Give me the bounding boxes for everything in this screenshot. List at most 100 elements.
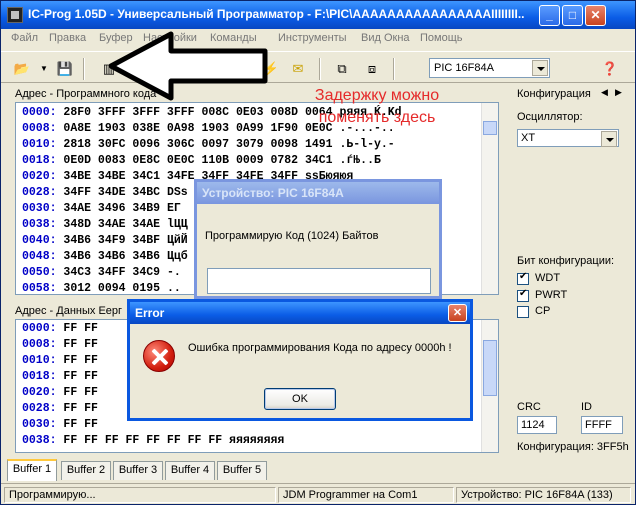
tab-buffer-1[interactable]: Buffer 1 (7, 459, 57, 481)
tab-buffer-2[interactable]: Buffer 2 (61, 461, 111, 480)
hex-row-values: 34AE 3496 34B9 (56, 202, 161, 215)
tab-buffer-3[interactable]: Buffer 3 (113, 461, 163, 480)
program-scrollbar[interactable] (481, 103, 498, 294)
hex-row[interactable]: 0028: 34FF 34DE 34BC DSs (22, 186, 188, 202)
pwrt-checkbox[interactable] (517, 288, 529, 302)
window-icon[interactable]: ⧉ (331, 58, 353, 80)
hex-row-address: 0038: (22, 218, 57, 231)
window-title: IC-Prog 1.05D - Универсальный Программат… (28, 7, 525, 21)
hex-row[interactable]: 0058: 3012 0094 0195 .. (22, 282, 181, 298)
menu-tools[interactable]: Инструменты (278, 32, 347, 44)
title-bar[interactable]: IC-Prog 1.05D - Универсальный Программат… (1, 1, 635, 29)
menu-view[interactable]: Вид Окна (361, 32, 410, 44)
ok-button[interactable]: OK (264, 388, 336, 410)
cp-checkbox[interactable] (517, 306, 529, 318)
hex-row-ascii: .Ь-l-y.- (332, 138, 395, 151)
pwrt-label: PWRT (535, 289, 568, 301)
crc-label: CRC (517, 401, 541, 413)
error-close-button[interactable]: ✕ (448, 304, 467, 322)
hex-row-address: 0028: (22, 402, 57, 415)
eeprom-scroll-thumb[interactable] (483, 340, 497, 396)
hex-row[interactable]: 0018: 0E0D 0083 0E8C 0E0C 110B 0009 0782… (22, 154, 381, 170)
progress-dialog-title-bar[interactable]: Устройство: PIC 16F84A (197, 182, 439, 204)
hex-row-address: 0008: (22, 338, 57, 351)
ic-prog-window: IC-Prog 1.05D - Универсальный Программат… (0, 0, 636, 505)
open-dropdown-icon[interactable]: ▼ (33, 58, 55, 80)
save-icon[interactable]: 💾 (54, 58, 76, 80)
hex-row-values: 34FF 34DE 34BC (56, 186, 161, 199)
buffer-tabs: Buffer 1 Buffer 2 Buffer 3 Buffer 4 Buff… (7, 459, 267, 481)
oscillator-label: Осциллятор: (517, 111, 583, 123)
hex-row[interactable]: 0020: FF FF (22, 386, 98, 402)
hex-row[interactable]: 0000: FF FF (22, 322, 98, 338)
hex-row-address: 0000: (22, 322, 57, 335)
hex-row-values: 34B6 34F9 34BF (56, 234, 161, 247)
config-word: Конфигурация: 3FF5h (517, 441, 629, 453)
eeprom-scrollbar[interactable] (481, 320, 498, 452)
eeprom-panel-header: Адрес - Данных Еерг (15, 305, 123, 317)
hex-row[interactable]: 0050: 34C3 34FF 34C9 -. (22, 266, 181, 282)
id-field[interactable]: FFFF (581, 416, 623, 434)
status-middle: JDM Programmer на Com1 (278, 487, 454, 503)
chevron-down-icon[interactable] (601, 131, 617, 147)
hex-row[interactable]: 0030: 34AE 3496 34B9 ЕГ (22, 202, 181, 218)
tab-buffer-4[interactable]: Buffer 4 (165, 461, 215, 480)
tab-buffer-5[interactable]: Buffer 5 (217, 461, 267, 480)
error-dialog-title-bar[interactable]: Error ✕ (130, 302, 470, 324)
hex-row-ascii: -. (160, 266, 181, 279)
app-chip-icon (7, 7, 23, 23)
hex-row[interactable]: 0040: 34B6 34F9 34BF ЦйЙ (22, 234, 188, 250)
hex-row-ascii: .. (160, 282, 181, 295)
oscillator-select[interactable]: XT (517, 129, 619, 147)
hex-row[interactable]: 0010: FF FF (22, 354, 98, 370)
error-dialog: Error ✕ Ошибка программирования Кода по … (127, 299, 473, 421)
chevron-down-icon[interactable] (532, 60, 548, 76)
hex-row-values: FF FF (56, 386, 98, 399)
scroll-right-icon[interactable]: ▶ (615, 87, 622, 98)
window-alt-icon[interactable]: ⧈ (361, 58, 383, 80)
hex-row-ascii: DSs (160, 186, 188, 199)
hex-row-address: 0018: (22, 370, 57, 383)
scroll-left-icon[interactable]: ◀ (601, 87, 608, 98)
id-label: ID (581, 401, 592, 413)
toolbar: 📂 ▼ 💾 ▥ ◆ ⚡ ✎ ⚡ ✉ ⧉ ⧈ PIC 16F84A ❓ (1, 51, 635, 83)
hex-row[interactable]: 0018: FF FF (22, 370, 98, 386)
hex-row[interactable]: 0010: 2818 30FC 0096 306C 0097 3079 0098… (22, 138, 395, 154)
hex-row-address: 0030: (22, 418, 57, 431)
hex-row-ascii: lЦЦ (160, 218, 188, 231)
hex-row[interactable]: 0038: 348D 34AE 34AE lЦЦ (22, 218, 188, 234)
close-button[interactable]: ✕ (585, 5, 606, 26)
device-select[interactable]: PIC 16F84A (429, 58, 550, 78)
hex-row[interactable]: 0030: FF FF (22, 418, 98, 434)
maximize-button[interactable]: □ (562, 5, 583, 26)
id-value: FFFF (585, 419, 612, 431)
help-icon[interactable]: ❓ (599, 58, 621, 80)
error-message: Ошибка программирования Кода по адресу 0… (188, 342, 452, 354)
menu-help[interactable]: Помощь (420, 32, 463, 44)
hex-row[interactable]: 0008: FF FF (22, 338, 98, 354)
error-dialog-title: Error (135, 306, 165, 320)
open-folder-icon[interactable]: 📂 (11, 58, 33, 80)
hex-row-address: 0010: (22, 138, 57, 151)
program-scroll-thumb[interactable] (483, 121, 497, 135)
hex-row-values: FF FF (56, 354, 98, 367)
hex-row-values: 2818 30FC 0096 306C 0097 3079 0098 1491 (56, 138, 333, 151)
device-select-value: PIC 16F84A (434, 62, 494, 74)
status-right: Устройство: PIC 16F84A (133) (456, 487, 631, 503)
hex-row[interactable]: 0028: FF FF (22, 402, 98, 418)
menu-file[interactable]: Файл (11, 32, 38, 44)
hex-row-address: 0058: (22, 282, 57, 295)
crc-value: 1124 (521, 419, 545, 431)
menu-edit[interactable]: Правка (49, 32, 86, 44)
hex-row[interactable]: 0038: FF FF FF FF FF FF FF FF яяяяяяяя (22, 434, 284, 450)
hex-row-values: FF FF FF FF FF FF FF FF (56, 434, 223, 447)
hex-row[interactable]: 0048: 34B6 34B6 34B6 Ццб (22, 250, 188, 266)
minimize-button[interactable]: _ (539, 5, 560, 26)
blank-check-icon[interactable]: ✉ (287, 58, 309, 80)
program-panel-header: Адрес - Программного кода (15, 88, 157, 100)
hex-row-values: 3012 0094 0195 (56, 282, 161, 295)
hex-row-address: 0000: (22, 106, 57, 119)
wdt-checkbox[interactable] (517, 271, 529, 285)
hex-row-address: 0020: (22, 386, 57, 399)
hex-row-values: FF FF (56, 370, 98, 383)
